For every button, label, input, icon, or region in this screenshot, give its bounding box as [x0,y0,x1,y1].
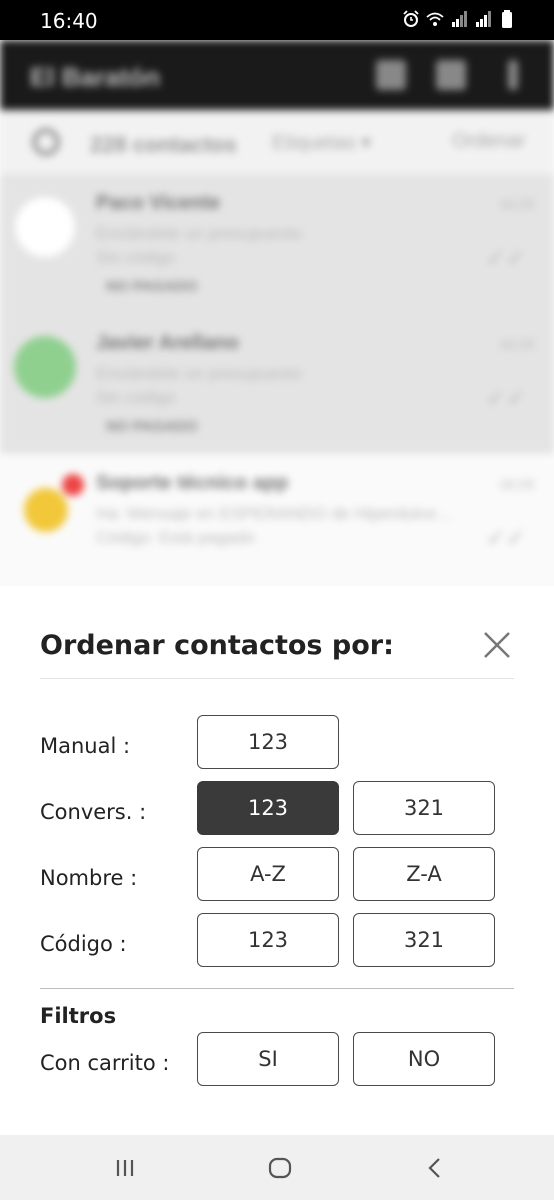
battery-icon [502,10,512,28]
convers-asc-button[interactable]: 123 [197,781,339,835]
filter-row: 228 contactos Etiquetas ▾ Ordenar [0,110,554,174]
wifi-icon [426,12,444,26]
sort-label-nombre: Nombre : [40,866,138,890]
list-item: Paco Vicente Enviándole un presupuesto S… [0,174,554,314]
double-check-icon: ✓✓ [485,525,526,552]
sort-label-convers: Convers. : [40,800,147,824]
contact-status: Enviándole un presupuesto [96,224,303,243]
codigo-asc-button[interactable]: 123 [197,913,339,967]
nombre-desc-button[interactable]: Z-A [353,847,495,901]
contact-time: 16:29 [498,336,534,352]
sort-label-manual: Manual : [40,734,131,758]
contact-tag: NO PAGADO [106,418,198,435]
contact-count: 228 contactos [90,132,237,157]
app-title: El Baratón [30,62,161,92]
tags-filter: Etiquetas ▾ [272,132,371,154]
sort-sheet: Ordenar contactos por: Manual : 123 Conv… [0,586,554,1135]
signal-icon [452,11,467,27]
filter-label-carrito: Con carrito : [40,1051,170,1075]
unread-badge [62,474,84,496]
home-icon[interactable] [265,1153,295,1183]
contact-name: Paco Vicente [96,192,221,214]
filters-divider [40,988,514,989]
contact-code: Sin código [96,248,176,267]
close-icon[interactable] [480,628,514,662]
convers-desc-button[interactable]: 321 [353,781,495,835]
contact-name: Soporte técnico app [96,472,289,494]
sort-label-codigo: Código : [40,932,127,956]
gear-icon [32,128,60,156]
status-time: 16:40 [40,9,98,33]
contact-status: Ha: Mensaje en ESPERANDO de Hiperdulce… [96,504,454,523]
status-bar: 16:40 [0,0,554,40]
status-icons [402,10,516,28]
carrito-no-button[interactable]: NO [353,1032,495,1086]
sheet-title: Ordenar contactos por: [40,630,394,661]
double-check-icon: ✓✓ [485,245,526,272]
back-icon[interactable] [420,1153,450,1183]
nombre-asc-button[interactable]: A-Z [197,847,339,901]
sort-filter: Ordenar [452,130,526,152]
list-item: Soporte técnico app Ha: Mensaje en ESPER… [0,454,554,594]
list-item: Javier Arellano Enviándole un presupuest… [0,314,554,454]
avatar [14,196,76,258]
app-bar: El Baratón [0,40,554,110]
contact-status: Enviándole un presupuesto [96,364,303,383]
carrito-si-button[interactable]: SI [197,1032,339,1086]
contact-tag: NO PAGADO [106,278,198,295]
codigo-desc-button[interactable]: 321 [353,913,495,967]
double-check-icon: ✓✓ [485,385,526,412]
avatar [14,336,76,398]
manual-asc-button[interactable]: 123 [197,715,339,769]
signal-icon [476,11,491,27]
contact-name: Javier Arellano [96,332,239,354]
more-icon [508,60,518,90]
alarm-icon [403,10,419,27]
navigation-bar [0,1135,554,1200]
contact-time: 16:29 [498,476,534,492]
title-divider [40,678,514,679]
contact-code: Código: Está pagado [96,528,255,547]
search-icon [376,60,406,90]
recents-icon[interactable] [110,1153,140,1183]
contact-code: Sin código [96,388,176,407]
document-icon [436,60,466,90]
filters-title: Filtros [40,1004,117,1028]
avatar [24,488,68,532]
contact-time: 16:29 [498,196,534,212]
